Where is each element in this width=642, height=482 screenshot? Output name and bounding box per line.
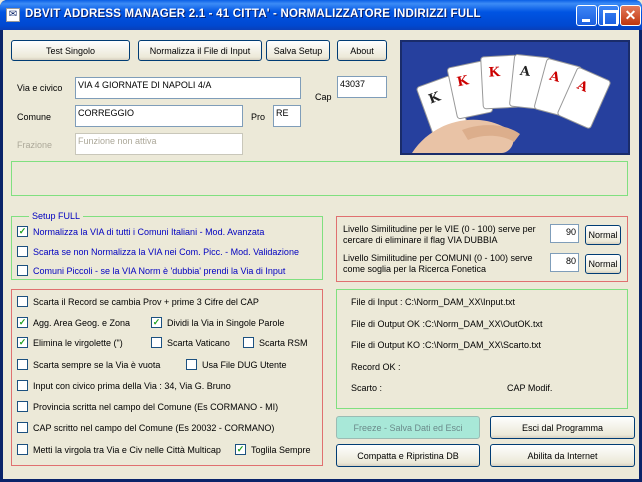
message-panel bbox=[11, 161, 628, 196]
agg-area-checkbox[interactable]: ✓ bbox=[17, 317, 28, 328]
similitudine-comuni-label: Livello Similitudine per COMUNI (0 - 100… bbox=[343, 253, 533, 274]
similitudine-vie-input[interactable]: 90 bbox=[550, 224, 579, 243]
scarta-non-normalizza-label[interactable]: Scarta se non Normalizza la VIA nei Com.… bbox=[33, 247, 299, 257]
comuni-piccoli-checkbox[interactable] bbox=[17, 265, 28, 276]
scarta-non-normalizza-checkbox[interactable] bbox=[17, 246, 28, 257]
title-bar[interactable]: ✉ DBVIT ADDRESS MANAGER 2.1 - 41 CITTA' … bbox=[0, 0, 642, 30]
provincia-comune-label[interactable]: Provincia scritta nel campo del Comune (… bbox=[33, 402, 278, 412]
playing-cards-image: K K K A A A bbox=[400, 40, 630, 155]
scarta-vaticano-checkbox[interactable] bbox=[151, 337, 162, 348]
scarta-record-label[interactable]: Scarta il Record se cambia Prov + prime … bbox=[33, 297, 259, 307]
setup-full-title: Setup FULL bbox=[29, 211, 84, 221]
normalize-file-button[interactable]: Normalizza il File di Input bbox=[138, 40, 262, 61]
freeze-button[interactable]: Freeze - Salva Dati ed Esci bbox=[336, 416, 480, 439]
comune-input[interactable]: CORREGGIO bbox=[75, 105, 243, 127]
scarto-label: Scarto : bbox=[351, 383, 383, 393]
frazione-input: Funzione non attiva bbox=[75, 133, 243, 155]
scarta-via-vuota-checkbox[interactable] bbox=[17, 359, 28, 370]
close-button[interactable]: ✕ bbox=[620, 5, 641, 26]
similitudine-vie-label: Livello Similitudine per le VIE (0 - 100… bbox=[343, 224, 536, 245]
app-window: ✉ DBVIT ADDRESS MANAGER 2.1 - 41 CITTA' … bbox=[0, 0, 642, 482]
maximize-button[interactable] bbox=[598, 5, 619, 26]
normal-comuni-button[interactable]: Normal bbox=[585, 254, 621, 274]
cap-input[interactable]: 43037 bbox=[337, 76, 387, 98]
scarta-via-vuota-label[interactable]: Scarta sempre se la Via è vuota bbox=[33, 360, 160, 370]
enable-internet-button[interactable]: Abilita da Internet bbox=[490, 444, 635, 467]
input-civico-label[interactable]: Input con civico prima della Via : 34, V… bbox=[33, 381, 231, 391]
dividi-via-checkbox[interactable]: ✓ bbox=[151, 317, 162, 328]
normalizza-via-checkbox[interactable]: ✓ bbox=[17, 226, 28, 237]
toglila-sempre-label[interactable]: Toglila Sempre bbox=[251, 445, 311, 455]
save-setup-button[interactable]: Salva Setup bbox=[266, 40, 330, 61]
via-input[interactable]: VIA 4 GIORNATE DI NAPOLI 4/A bbox=[75, 77, 301, 99]
file-input-label: File di Input : C:\Norm_DAM_XX\Input.txt bbox=[351, 297, 516, 307]
file-output-ok-label: File di Output OK :C:\Norm_DAM_XX\OutOK.… bbox=[351, 319, 543, 329]
cap-comune-checkbox[interactable] bbox=[17, 422, 28, 433]
scarta-rsm-label[interactable]: Scarta RSM bbox=[259, 338, 308, 348]
frazione-label: Frazione bbox=[17, 140, 53, 150]
dividi-via-label[interactable]: Dividi la Via in Singole Parole bbox=[167, 318, 284, 328]
provincia-comune-checkbox[interactable] bbox=[17, 401, 28, 412]
normal-vie-button[interactable]: Normal bbox=[585, 225, 621, 245]
minimize-button[interactable] bbox=[576, 5, 597, 26]
metti-virgola-checkbox[interactable] bbox=[17, 444, 28, 455]
envelope-icon: ✉ bbox=[6, 8, 20, 22]
svg-text:K: K bbox=[488, 65, 501, 81]
pro-label: Pro bbox=[251, 112, 266, 122]
cap-label: Cap bbox=[315, 92, 332, 102]
scarta-record-checkbox[interactable] bbox=[17, 296, 28, 307]
compact-db-button[interactable]: Compatta e Ripristina DB bbox=[336, 444, 480, 467]
usa-dug-label[interactable]: Usa File DUG Utente bbox=[202, 360, 287, 370]
input-civico-checkbox[interactable] bbox=[17, 380, 28, 391]
file-output-ko-label: File di Output KO :C:\Norm_DAM_XX\Scarto… bbox=[351, 340, 542, 350]
normalizza-via-label[interactable]: Normalizza la VIA di tutti i Comuni Ital… bbox=[33, 227, 264, 237]
agg-area-label[interactable]: Agg. Area Geog. e Zona bbox=[33, 318, 130, 328]
record-ok-label: Record OK : bbox=[351, 362, 401, 372]
toglila-sempre-checkbox[interactable]: ✓ bbox=[235, 444, 246, 455]
metti-virgola-label[interactable]: Metti la virgola tra Via e Civ nelle Cit… bbox=[33, 445, 221, 455]
comuni-piccoli-label[interactable]: Comuni Piccoli - se la VIA Norm è 'dubbi… bbox=[33, 266, 285, 276]
elimina-virgolette-checkbox[interactable]: ✓ bbox=[17, 337, 28, 348]
options-group bbox=[11, 289, 323, 466]
cap-comune-label[interactable]: CAP scritto nel campo del Comune (Es 200… bbox=[33, 423, 274, 433]
similitudine-comuni-input[interactable]: 80 bbox=[550, 253, 579, 272]
usa-dug-checkbox[interactable] bbox=[186, 359, 197, 370]
exit-button[interactable]: Esci dal Programma bbox=[490, 416, 635, 439]
scarta-vaticano-label[interactable]: Scarta Vaticano bbox=[167, 338, 230, 348]
via-label: Via e civico bbox=[17, 83, 63, 93]
client-area: Test Singolo Normalizza il File di Input… bbox=[3, 30, 639, 479]
about-button[interactable]: About bbox=[337, 40, 387, 61]
comune-label: Comune bbox=[17, 112, 52, 122]
elimina-virgolette-label[interactable]: Elimina le virgolette (") bbox=[33, 338, 123, 348]
window-title: DBVIT ADDRESS MANAGER 2.1 - 41 CITTA' - … bbox=[25, 8, 481, 20]
test-singolo-button[interactable]: Test Singolo bbox=[11, 40, 130, 61]
scarta-rsm-checkbox[interactable] bbox=[243, 337, 254, 348]
pro-input[interactable]: RE bbox=[273, 105, 301, 127]
cap-modif-label: CAP Modif. bbox=[507, 383, 553, 393]
